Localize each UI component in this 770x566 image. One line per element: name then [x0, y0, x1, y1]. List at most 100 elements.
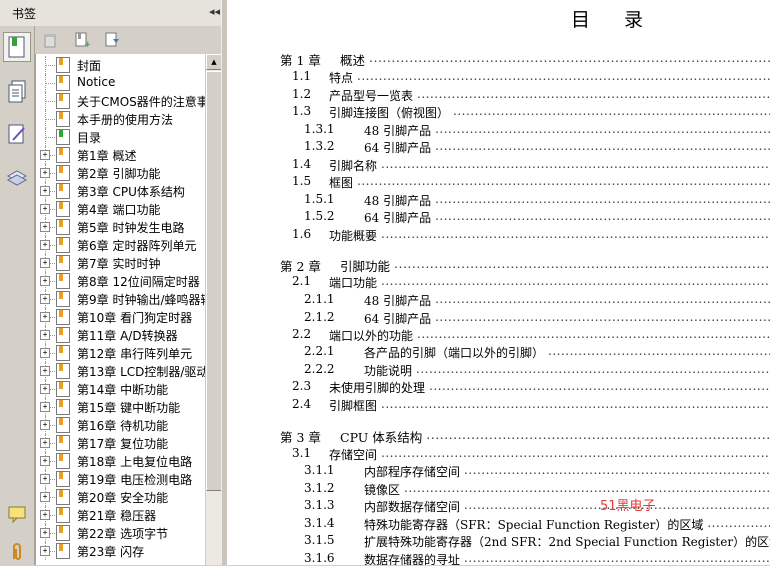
bookmark-item[interactable]: Notice	[36, 74, 206, 92]
expand-plus-icon[interactable]: +	[40, 474, 50, 484]
toc-entry[interactable]: 1.3.2 64 引脚产品............................…	[304, 139, 770, 156]
toc-entry[interactable]: 1.4 引脚名称.................................…	[292, 157, 770, 174]
toc-entry[interactable]: 2.3 未使用引脚的处理.............................…	[292, 379, 770, 396]
toc-entry[interactable]: 3.1.1 内部程序存储空间...........................…	[304, 463, 770, 480]
layers-tab-button[interactable]	[4, 164, 30, 192]
bookmark-item[interactable]: + 第12章 串行阵列单元	[36, 344, 206, 362]
bookmark-item[interactable]: + 第20章 安全功能	[36, 488, 206, 506]
toc-entry[interactable]: 1.3 引脚连接图（俯视图）...........................…	[292, 104, 770, 121]
expand-plus-icon[interactable]: +	[40, 258, 50, 268]
bookmark-item[interactable]: + 第22章 选项字节	[36, 524, 206, 542]
expand-plus-icon[interactable]: +	[40, 456, 50, 466]
bookmark-label: 封面	[77, 59, 102, 73]
toc-entry[interactable]: 3.1.6 数据存储器的寻址...........................…	[304, 551, 770, 565]
expand-plus-icon[interactable]: +	[40, 150, 50, 160]
bookmark-scrollbar[interactable]: ▲	[205, 54, 222, 565]
expand-plus-icon[interactable]: +	[40, 384, 50, 394]
expand-plus-icon[interactable]: +	[40, 402, 50, 412]
expand-plus-icon[interactable]: +	[40, 276, 50, 286]
toc-chapter[interactable]: 第 1 章 概述.................................…	[280, 50, 770, 68]
expand-plus-icon[interactable]: +	[40, 240, 50, 250]
toc-entry[interactable]: 2.4 引脚框图.................................…	[292, 397, 770, 414]
bookmark-item[interactable]: 封面	[36, 56, 206, 74]
bookmark-item[interactable]: + 第3章 CPU体系结构	[36, 182, 206, 200]
bookmark-item[interactable]: + 第15章 键中断功能	[36, 398, 206, 416]
bookmark-item[interactable]: + 第8章 12位间隔定时器	[36, 272, 206, 290]
delete-bookmark-button[interactable]	[41, 31, 59, 49]
expand-plus-icon[interactable]: +	[40, 528, 50, 538]
toc-entry[interactable]: 2.2.2 功能说明...............................…	[304, 362, 770, 379]
bookmark-item[interactable]: + 第1章 概述	[36, 146, 206, 164]
toc-entry[interactable]: 1.3.1 48 引脚产品............................…	[304, 122, 770, 139]
toc-entry[interactable]: 2.2.1 各产品的引脚（端口以外的引脚）....................…	[304, 344, 770, 361]
expand-plus-icon[interactable]: +	[40, 330, 50, 340]
bookmark-item[interactable]: + 第16章 待机功能	[36, 416, 206, 434]
toc-entry[interactable]: 1.2 产品型号一览表..............................…	[292, 87, 770, 104]
expand-plus-icon[interactable]: +	[40, 438, 50, 448]
bookmark-item[interactable]: + 第14章 中断功能	[36, 380, 206, 398]
expand-plus-icon[interactable]: +	[40, 492, 50, 502]
expand-plus-icon[interactable]: +	[40, 510, 50, 520]
expand-plus-icon[interactable]: +	[40, 294, 50, 304]
bookmark-item[interactable]: 本手册的使用方法	[36, 110, 206, 128]
collapse-panel-icon[interactable]: ◂◂	[209, 5, 220, 18]
bookmark-label: 第10章 看门狗定时器	[77, 311, 193, 325]
expand-plus-icon[interactable]: +	[40, 168, 50, 178]
bookmark-item[interactable]: + 第23章 闪存	[36, 542, 206, 560]
expand-plus-icon[interactable]: +	[40, 312, 50, 322]
bookmark-item[interactable]: + 第13章 LCD控制器/驱动	[36, 362, 206, 380]
pages-tab-button[interactable]	[4, 78, 30, 106]
toc-entry[interactable]: 3.1 存储空间.................................…	[292, 446, 770, 463]
toc-chapter[interactable]: 第 3 章 CPU 体系结构...........................…	[280, 427, 770, 445]
expand-plus-icon[interactable]: +	[40, 204, 50, 214]
signatures-tab-button[interactable]	[4, 120, 30, 148]
bookmark-item[interactable]: + 第5章 时钟发生电路	[36, 218, 206, 236]
bookmark-item[interactable]: + 第2章 引脚功能	[36, 164, 206, 182]
bookmark-item[interactable]: + 第11章 A/D转换器	[36, 326, 206, 344]
toc-number: 1.3.1	[304, 122, 335, 136]
toc-entry[interactable]: 1.5.2 64 引脚产品............................…	[304, 209, 770, 226]
bookmark-item[interactable]: 目录	[36, 128, 206, 146]
expand-plus-icon[interactable]: +	[40, 348, 50, 358]
bookmark-item[interactable]: + 第6章 定时器阵列单元	[36, 236, 206, 254]
bookmark-item[interactable]: + 第4章 端口功能	[36, 200, 206, 218]
toc-entry[interactable]: 2.1 端口功能.................................…	[292, 274, 770, 291]
toc-entry[interactable]: 2.1.1 48 引脚产品............................…	[304, 292, 770, 309]
bookmark-item[interactable]: + 第21章 稳压器	[36, 506, 206, 524]
bookmark-page-icon	[56, 417, 70, 433]
toc-entry[interactable]: 2.1.2 64 引脚产品............................…	[304, 310, 770, 327]
bookmarks-tab-button[interactable]	[3, 32, 31, 62]
toc-number: 3.1.4	[304, 516, 335, 530]
bookmark-label: 目录	[77, 131, 102, 145]
toc-entry[interactable]: 1.5.1 48 引脚产品............................…	[304, 192, 770, 209]
bookmark-item[interactable]: + 第7章 实时时钟	[36, 254, 206, 272]
expand-plus-icon[interactable]: +	[40, 366, 50, 376]
bookmark-item[interactable]: + 第17章 复位功能	[36, 434, 206, 452]
expand-plus-icon[interactable]: +	[40, 186, 50, 196]
bookmark-item[interactable]: + 第19章 电压检测电路	[36, 470, 206, 488]
toc-chapter[interactable]: 第 2 章 引脚功能...............................…	[280, 256, 770, 274]
scrollbar-thumb[interactable]	[206, 71, 222, 491]
expand-plus-icon[interactable]: +	[40, 546, 50, 556]
watermark-text: 51黑电子	[600, 499, 656, 514]
comments-tab-button[interactable]	[4, 500, 30, 528]
toc-entry[interactable]: 3.1.4 特殊功能寄存器（SFR：Special Function Regist…	[304, 516, 770, 533]
expand-plus-icon[interactable]: +	[40, 222, 50, 232]
expand-bookmark-button[interactable]	[103, 31, 121, 49]
toc-entry[interactable]: 3.1.5 扩展特殊功能寄存器（2nd SFR：2nd Special Funct…	[304, 533, 770, 550]
toc-entry[interactable]: 1.6 功能概要.................................…	[292, 227, 770, 244]
bookmark-item[interactable]: + 第9章 时钟输出/蜂鸣器输	[36, 290, 206, 308]
attachments-tab-button[interactable]	[4, 538, 30, 566]
toc-entry[interactable]: 1.5 框图...................................…	[292, 174, 770, 191]
expand-plus-icon[interactable]: +	[40, 420, 50, 430]
toc-entry[interactable]: 3.1.3 内部数据存储空间...........................…	[304, 498, 770, 515]
bookmark-item[interactable]: + 第10章 看门狗定时器	[36, 308, 206, 326]
bookmark-page-icon	[56, 327, 70, 343]
scroll-up-icon[interactable]: ▲	[206, 54, 222, 70]
toc-entry[interactable]: 3.1.2 镜像区................................…	[304, 481, 770, 498]
toc-entry[interactable]: 1.1 特点...................................…	[292, 69, 770, 86]
bookmark-item[interactable]: 关于CMOS器件的注意事	[36, 92, 206, 110]
toc-entry[interactable]: 2.2 端口以外的功能..............................…	[292, 327, 770, 344]
new-bookmark-button[interactable]: +	[73, 31, 91, 49]
bookmark-item[interactable]: + 第18章 上电复位电路	[36, 452, 206, 470]
